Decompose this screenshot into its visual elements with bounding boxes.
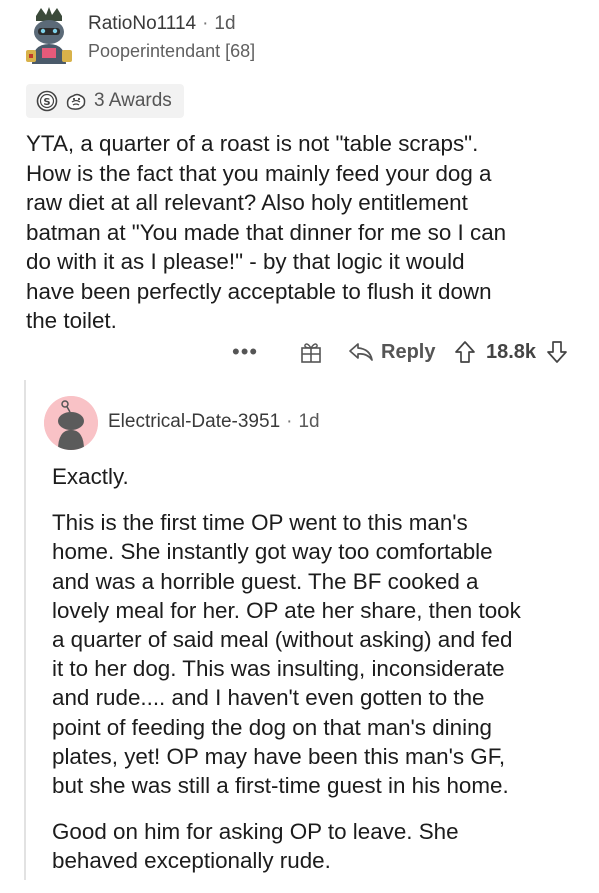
reply-label: Reply <box>381 340 436 363</box>
reply-username[interactable]: Electrical-Date-3951 <box>108 411 280 432</box>
user-avatar[interactable] <box>22 6 76 64</box>
meta-separator: · <box>286 411 293 432</box>
user-flair: Pooperintendant [68] <box>88 41 256 61</box>
reply-user-avatar[interactable] <box>44 396 98 450</box>
more-options-button[interactable]: ••• <box>232 334 258 370</box>
reply-paragraph: Good on him for asking OP to leave. She … <box>52 819 459 874</box>
comment-actions: ••• Reply 18.8k <box>0 334 599 370</box>
reply-paragraph: Exactly. <box>52 464 129 489</box>
vote-score: 18.8k <box>486 340 537 363</box>
downvote-arrow-icon[interactable] <box>546 340 568 364</box>
svg-text:S: S <box>43 97 50 108</box>
silver-award-icon: S <box>36 90 58 112</box>
awards-pill[interactable]: S 3 Awards <box>26 84 184 118</box>
reply-arrow-icon <box>349 343 373 361</box>
more-options-icon: ••• <box>232 339 259 364</box>
reply-meta: Electrical-Date-3951 · 1d <box>108 410 320 434</box>
upvote-arrow-icon[interactable] <box>454 340 476 364</box>
comment-meta: RatioNo1114 · 1d <box>88 12 236 36</box>
snoo-avatar-icon <box>22 6 76 64</box>
comment-username[interactable]: RatioNo1114 <box>88 13 196 34</box>
reply-body: Exactly. This is the first time OP went … <box>52 462 592 893</box>
default-snoo-avatar-icon <box>44 396 98 450</box>
vote-controls: 18.8k <box>454 334 568 370</box>
give-award-button[interactable] <box>298 334 324 370</box>
comment-body: YTA, a quarter of a roast is not "table … <box>26 131 507 333</box>
thread-line[interactable] <box>24 380 26 880</box>
awards-label: 3 Awards <box>94 90 172 111</box>
gift-award-icon <box>301 343 321 363</box>
meta-separator: · <box>202 13 209 34</box>
reply-paragraph: This is the first time OP went to this m… <box>52 510 521 799</box>
comment-timestamp[interactable]: 1d <box>214 13 235 34</box>
wholesome-award-icon <box>66 93 86 110</box>
reply-timestamp[interactable]: 1d <box>298 411 319 432</box>
reply-button[interactable]: Reply <box>348 334 435 370</box>
